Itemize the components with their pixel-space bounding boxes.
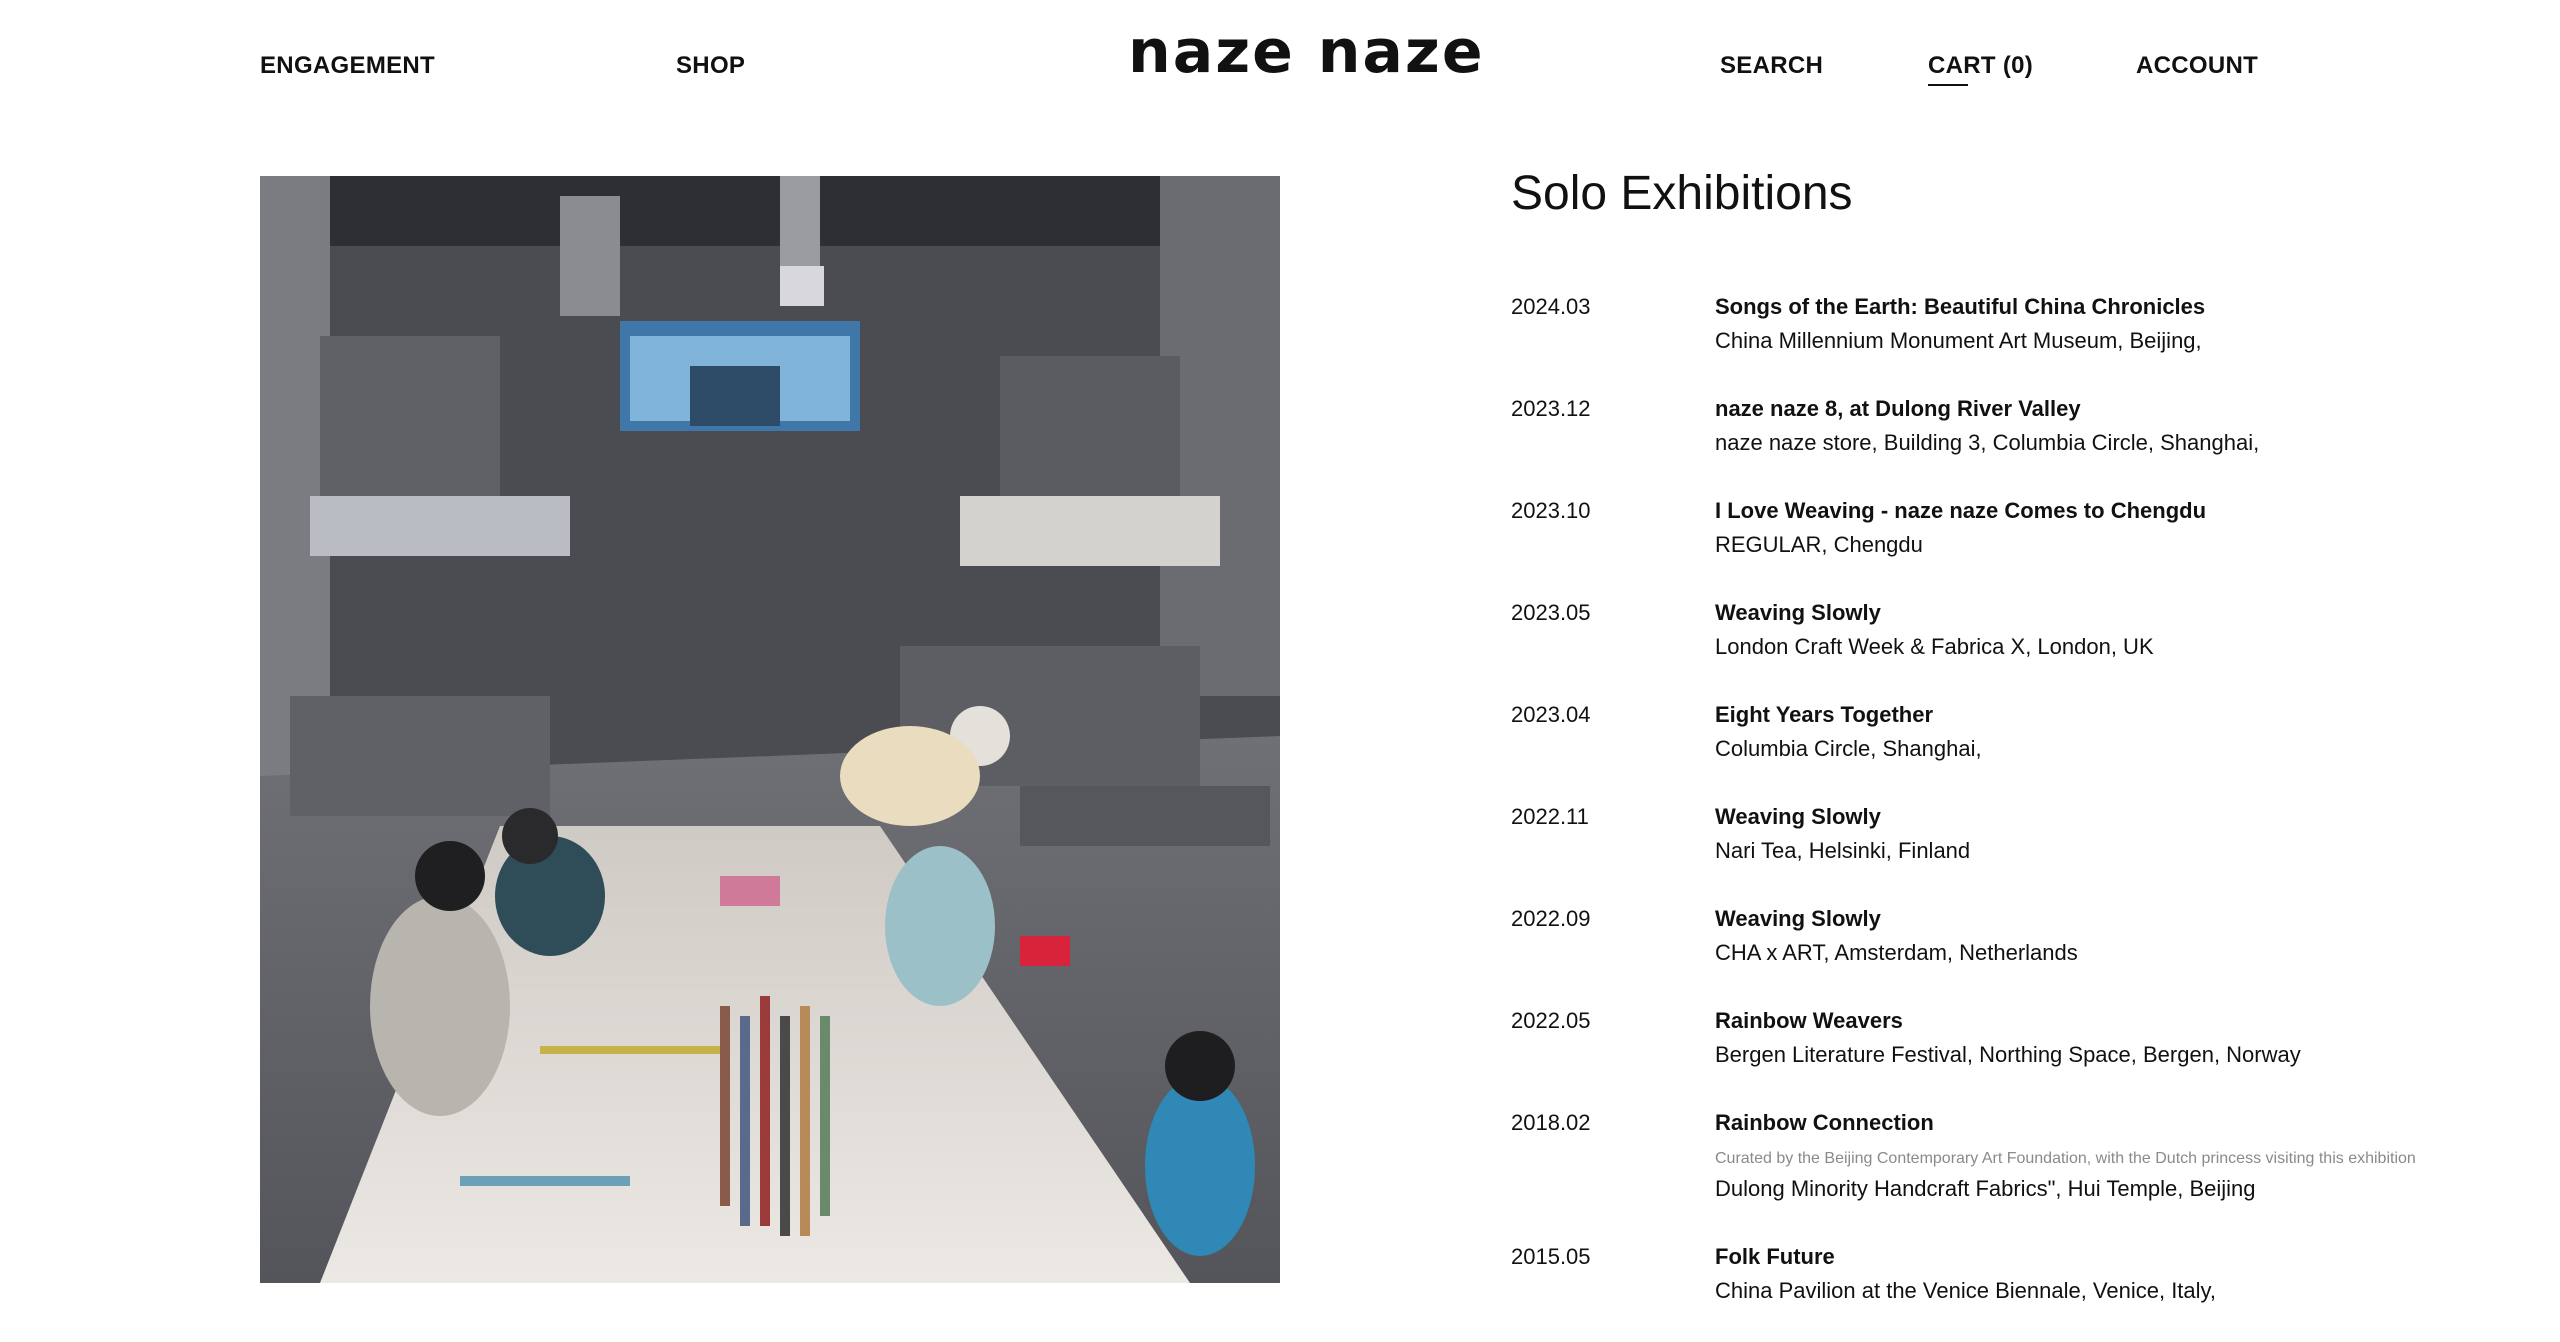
exhibition-row: 2018.02 Rainbow Connection Curated by th… [1511,1106,2551,1206]
nav-account[interactable]: ACCOUNT [2136,52,2258,80]
exhibition-title: naze naze 8, at Dulong River Valley [1715,396,2081,421]
exhibition-title: I Love Weaving - naze naze Comes to Chen… [1715,498,2207,523]
exhibition-title: Rainbow Weavers [1715,1008,1903,1033]
exhibition-row: 2023.05 Weaving Slowly London Craft Week… [1511,596,2551,664]
site-logo[interactable]: naze naze [1128,22,1483,82]
exhibition-venue: CHA x ART, Amsterdam, Netherlands [1715,940,2078,965]
exhibition-date: 2023.10 [1511,498,1591,523]
exhibition-date: 2018.02 [1511,1110,1591,1135]
exhibition-date: 2015.05 [1511,1244,1591,1269]
exhibition-venue: Nari Tea, Helsinki, Finland [1715,838,1971,863]
exhibition-date: 2022.11 [1511,804,1589,829]
section-title: Solo Exhibitions [1511,167,1853,220]
exhibition-title: Folk Future [1715,1244,1835,1269]
exhibition-title: Weaving Slowly [1715,600,1881,625]
exhibition-info: Eight Years Together Columbia Circle, Sh… [1715,698,2551,766]
exhibition-venue: London Craft Week & Fabrica X, London, U… [1715,634,2154,659]
nav-shop[interactable]: SHOP [676,52,745,80]
exhibition-info: Weaving Slowly Nari Tea, Helsinki, Finla… [1715,800,2551,868]
exhibition-row: 2015.05 Folk Future China Pavilion at th… [1511,1240,2551,1308]
exhibition-info: Rainbow Weavers Bergen Literature Festiv… [1715,1004,2551,1072]
nav-engagement[interactable]: ENGAGEMENT [260,52,435,80]
exhibition-info: naze naze 8, at Dulong River Valley naze… [1715,392,2551,460]
exhibition-date: 2023.04 [1511,702,1591,727]
exhibition-venue: Dulong Minority Handcraft Fabrics", Hui … [1715,1176,2256,1201]
exhibition-info: Rainbow Connection Curated by the Beijin… [1715,1106,2551,1206]
exhibition-row: 2022.11 Weaving Slowly Nari Tea, Helsink… [1511,800,2551,868]
nav-search[interactable]: SEARCH [1720,52,1823,80]
exhibition-row: 2023.10 I Love Weaving - naze naze Comes… [1511,494,2551,562]
exhibition-date: 2023.12 [1511,396,1591,421]
exhibition-info: Songs of the Earth: Beautiful China Chro… [1715,290,2551,358]
exhibition-info: I Love Weaving - naze naze Comes to Chen… [1715,494,2551,562]
exhibition-note: Curated by the Beijing Contemporary Art … [1715,1150,2416,1167]
exhibition-photo [260,176,1280,1283]
exhibition-venue: China Millennium Monument Art Museum, Be… [1715,328,2202,353]
cart-underline [1928,84,1968,86]
exhibition-list: 2024.03 Songs of the Earth: Beautiful Ch… [1511,290,2551,1342]
exhibition-title: Weaving Slowly [1715,804,1881,829]
exhibition-date: 2022.05 [1511,1008,1591,1033]
exhibition-title: Weaving Slowly [1715,906,1881,931]
exhibition-row: 2024.03 Songs of the Earth: Beautiful Ch… [1511,290,2551,358]
site-header: ENGAGEMENT SHOP naze naze SEARCH CART (0… [0,0,2560,130]
exhibition-venue: China Pavilion at the Venice Biennale, V… [1715,1278,2217,1303]
nav-cart[interactable]: CART (0) [1928,52,2034,86]
exhibition-info: Weaving Slowly London Craft Week & Fabri… [1715,596,2551,664]
exhibition-date: 2023.05 [1511,600,1591,625]
exhibition-photo-illustration [260,176,1280,1283]
exhibition-info: Weaving Slowly CHA x ART, Amsterdam, Net… [1715,902,2551,970]
exhibition-venue: naze naze store, Building 3, Columbia Ci… [1715,430,2260,455]
exhibition-venue: Bergen Literature Festival, Northing Spa… [1715,1042,2301,1067]
exhibition-row: 2023.04 Eight Years Together Columbia Ci… [1511,698,2551,766]
exhibition-row: 2022.09 Weaving Slowly CHA x ART, Amster… [1511,902,2551,970]
exhibition-title: Eight Years Together [1715,702,1934,727]
exhibition-row: 2023.12 naze naze 8, at Dulong River Val… [1511,392,2551,460]
cart-label: CART (0) [1928,52,2034,79]
exhibition-date: 2022.09 [1511,906,1591,931]
exhibition-info: Folk Future China Pavilion at the Venice… [1715,1240,2551,1308]
exhibition-title: Rainbow Connection [1715,1110,1934,1135]
exhibition-row: 2022.05 Rainbow Weavers Bergen Literatur… [1511,1004,2551,1072]
exhibition-date: 2024.03 [1511,294,1591,319]
exhibition-venue: Columbia Circle, Shanghai, [1715,736,1982,761]
exhibition-title: Songs of the Earth: Beautiful China Chro… [1715,294,2206,319]
exhibition-venue: REGULAR, Chengdu [1715,532,1923,557]
